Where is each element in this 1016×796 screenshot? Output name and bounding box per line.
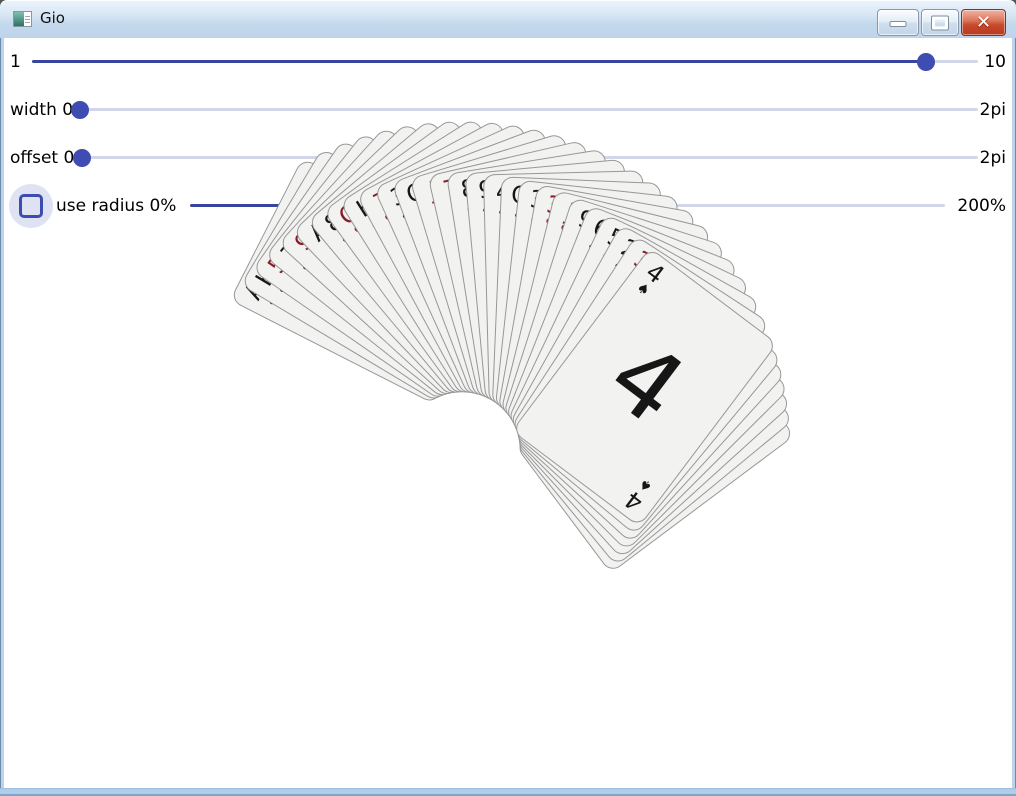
close-button[interactable]: ✕ [961,9,1006,36]
window-titlebar[interactable]: Gio ✕ [0,0,1016,38]
window-title: Gio [40,9,65,27]
window-bottom-frame [0,788,1016,796]
maximize-button[interactable] [921,9,959,36]
main-content: 1 10 width 0 2pi offset 0 2pi use radius… [4,38,1012,788]
card-fan: A♣K♣5♦7♣9♦A♠8♣Q♥K♠7♥3♣Q♠J♦7♦8♠9♣4♣Q♣3♠3♥… [4,38,1012,788]
card-center-rank: 4 [593,325,701,440]
close-icon: ✕ [962,10,1005,35]
app-window: Gio ✕ 1 10 width 0 2pi offset 0 2pi use … [0,0,1016,796]
minimize-button[interactable] [877,9,919,36]
maximize-icon [932,16,948,29]
app-icon [13,11,32,27]
minimize-icon [890,21,907,27]
